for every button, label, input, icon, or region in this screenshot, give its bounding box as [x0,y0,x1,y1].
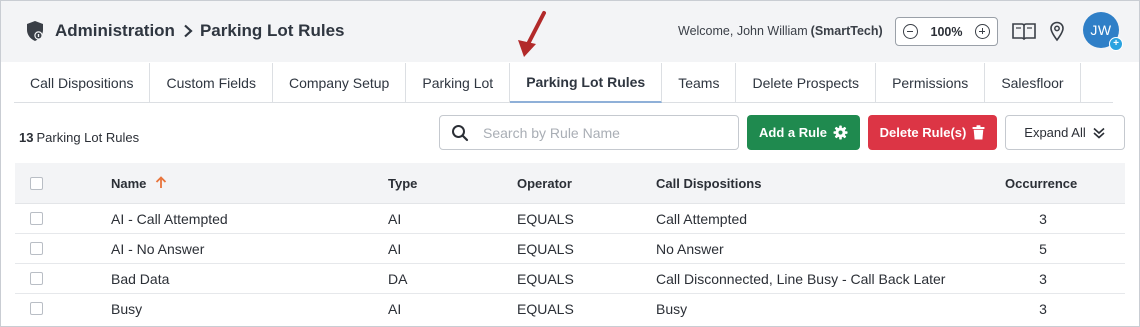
annotation-arrow-icon [518,11,546,57]
top-header: Administration Parking Lot Rules Welcome… [1,1,1139,62]
zoom-control: 100% [895,17,998,46]
add-rule-button[interactable]: Add a Rule [747,115,860,150]
cell-occurrence: 3 [1039,301,1047,317]
page-title: Parking Lot Rules [199,21,345,40]
table-header: Name Type Operator Call Dispositions Occ… [15,163,1125,204]
table-row[interactable]: Bad Data DA EQUALS Call Disconnected, Li… [15,264,1125,294]
zoom-out-icon[interactable] [903,24,918,39]
rule-count-label: Parking Lot Rules [36,130,140,145]
breadcrumb: Administration Parking Lot Rules [25,20,344,42]
chevron-double-down-icon [1093,127,1105,139]
cell-name: Busy [111,301,143,317]
gear-icon [833,125,848,140]
sort-arrow-up-icon[interactable] [155,176,167,189]
rule-count-number: 13 [19,130,34,145]
tab-teams[interactable]: Teams [662,63,737,103]
avatar-add-badge[interactable]: + [1109,37,1123,51]
cell-call-dispositions: Busy [656,301,688,317]
tab-bar-end [1081,63,1113,103]
welcome-org: (SmartTech) [810,24,883,38]
column-header-occurrence[interactable]: Occurrence [1005,176,1077,191]
cell-operator: EQUALS [517,301,574,317]
cell-type: AI [388,301,402,317]
search-box [439,115,739,150]
column-header-operator[interactable]: Operator [517,176,572,191]
cell-operator: EQUALS [517,211,574,227]
shield-building-icon [27,21,43,41]
cell-type: DA [388,271,408,287]
zoom-in-icon[interactable] [974,24,990,39]
delete-rules-button[interactable]: Delete Rule(s) [868,115,997,150]
tab-bar: Call Dispositions Custom Fields Company … [14,63,1113,103]
search-input[interactable] [483,124,723,141]
column-header-type[interactable]: Type [388,176,417,191]
cell-occurrence: 3 [1039,211,1047,227]
row-checkbox[interactable] [30,302,43,315]
cell-call-dispositions: Call Attempted [656,211,748,227]
table-row[interactable]: AI - Call Attempted AI EQUALS Call Attem… [15,204,1125,234]
column-header-name-label: Name [111,176,147,191]
row-checkbox[interactable] [30,242,43,255]
row-checkbox[interactable] [30,212,43,225]
delete-rules-label: Delete Rule(s) [879,125,967,140]
table-row[interactable]: Busy AI EQUALS Busy 3 [15,294,1125,324]
tab-delete-prospects[interactable]: Delete Prospects [736,63,877,103]
chevron-right-icon [184,24,193,38]
cell-name: AI - Call Attempted [111,211,228,227]
tab-custom-fields[interactable]: Custom Fields [150,63,273,103]
column-header-call-dispositions[interactable]: Call Dispositions [656,176,761,191]
cell-type: AI [388,241,402,257]
cell-call-dispositions: Call Disconnected, Line Busy - Call Back… [656,271,946,287]
cell-type: AI [388,211,402,227]
welcome-user: Welcome, John William [678,24,808,38]
tab-parking-lot[interactable]: Parking Lot [406,63,511,103]
tab-company-setup[interactable]: Company Setup [273,63,407,103]
cell-operator: EQUALS [517,241,574,257]
expand-all-label: Expand All [1024,125,1086,140]
cell-operator: EQUALS [517,271,574,287]
cell-occurrence: 5 [1039,241,1047,257]
tab-parking-lot-rules[interactable]: Parking Lot Rules [510,63,663,103]
tab-call-dispositions[interactable]: Call Dispositions [14,63,151,103]
column-header-name[interactable]: Name [111,176,167,191]
book-open-icon[interactable] [1011,21,1037,41]
cell-occurrence: 3 [1039,271,1047,287]
cell-name: AI - No Answer [111,241,205,257]
select-all-checkbox[interactable] [30,177,43,190]
breadcrumb-root[interactable]: Administration [55,21,175,41]
welcome-text: Welcome, John William (SmartTech) [678,24,883,38]
add-rule-label: Add a Rule [759,125,827,140]
cell-call-dispositions: No Answer [656,241,724,257]
map-pin-icon[interactable] [1049,21,1065,42]
trash-icon [972,125,985,140]
tab-salesfloor[interactable]: Salesfloor [985,63,1081,103]
zoom-level: 100% [930,24,963,39]
table-row[interactable]: AI - No Answer AI EQUALS No Answer 5 [15,234,1125,264]
tab-permissions[interactable]: Permissions [876,63,986,103]
cell-name: Bad Data [111,271,170,287]
search-icon [452,124,469,141]
rule-count: 13 Parking Lot Rules [19,130,139,145]
row-checkbox[interactable] [30,272,43,285]
expand-all-button[interactable]: Expand All [1005,115,1125,150]
